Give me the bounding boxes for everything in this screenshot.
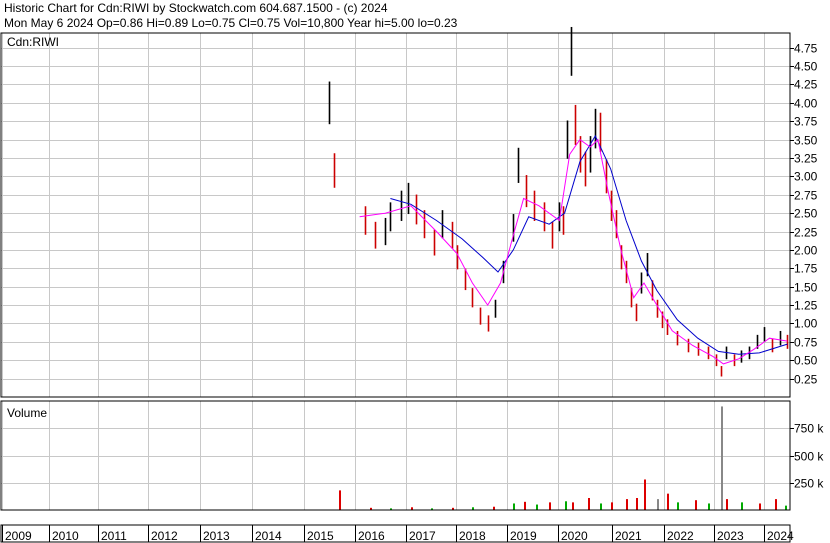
volume-bar xyxy=(644,479,646,510)
volume-bar xyxy=(759,503,761,510)
x-tick-label: 2021 xyxy=(615,529,642,543)
x-tick-label: 2023 xyxy=(717,529,744,543)
y-tick-label: 2.50 xyxy=(794,207,818,221)
volume-bar xyxy=(549,502,551,510)
volume-bar xyxy=(657,499,659,510)
volume-bar xyxy=(600,503,602,510)
volume-bar xyxy=(636,498,638,510)
y-tick-label: 2.25 xyxy=(794,226,818,240)
y-tick-label: 3.50 xyxy=(794,134,818,148)
volume-bar xyxy=(611,502,613,510)
price-volume-chart: 2009 2010 2011 2012 2013 2014 2015 2016 2017 2018… xyxy=(0,26,824,543)
y-tick-label: 1.00 xyxy=(794,317,818,331)
x-tick-label: 2011 xyxy=(101,529,127,543)
y-tick-label: 1.50 xyxy=(794,281,818,295)
x-tick-label: 2016 xyxy=(358,529,385,543)
volume-bar xyxy=(695,500,697,510)
volume-bar xyxy=(588,498,590,510)
volume-tick-label: 750 k xyxy=(794,422,824,436)
volume-bar xyxy=(726,499,728,510)
x-tick-label: 2019 xyxy=(510,529,537,543)
volume-label: Volume xyxy=(7,406,47,420)
volume-tick-label: 250 k xyxy=(794,477,824,491)
volume-bar xyxy=(708,503,710,510)
x-tick-label: 2010 xyxy=(52,529,79,543)
y-tick-label: 3.75 xyxy=(794,115,818,129)
y-tick-label: 2.75 xyxy=(794,189,818,203)
volume-bar xyxy=(667,493,669,510)
y-tick-label: 4.50 xyxy=(794,60,818,74)
x-tick-label: 2022 xyxy=(667,529,694,543)
volume-bar xyxy=(785,505,787,510)
volume-bar xyxy=(741,502,743,510)
volume-bar xyxy=(572,502,574,510)
volume-bar xyxy=(677,502,679,510)
volume-bar xyxy=(626,499,628,510)
y-tick-label: 4.00 xyxy=(794,97,818,111)
chart-frame: Historic Chart for Cdn:RIWI by Stockwatc… xyxy=(0,0,830,543)
x-tick-label: 2020 xyxy=(561,529,588,543)
y-tick-label: 1.25 xyxy=(794,299,818,313)
x-tick-label: 2015 xyxy=(307,529,334,543)
x-tick-label: 2017 xyxy=(409,529,436,543)
volume-bar xyxy=(339,490,341,510)
y-tick-label: 3.25 xyxy=(794,152,818,166)
x-tick-label: 2013 xyxy=(203,529,230,543)
moving-average-short-line xyxy=(359,138,788,365)
volume-tick-label: 500 k xyxy=(794,450,824,464)
y-tick-label: 1.75 xyxy=(794,262,818,276)
x-tick-label: 2018 xyxy=(459,529,486,543)
x-tick-label: 2014 xyxy=(255,529,282,543)
volume-panel-border xyxy=(0,400,791,511)
moving-average-long-line xyxy=(390,134,788,355)
y-tick-label: 2.00 xyxy=(794,244,818,258)
x-tick-label: 2012 xyxy=(151,529,178,543)
y-tick-label: 3.00 xyxy=(794,170,818,184)
symbol-label: Cdn:RIWI xyxy=(7,35,59,49)
x-tick-label: 2009 xyxy=(5,529,32,543)
volume-bar xyxy=(721,406,723,510)
volume-bar xyxy=(536,504,538,510)
volume-bar xyxy=(513,503,515,510)
y-tick-label: 4.25 xyxy=(794,78,818,92)
y-tick-label: 4.75 xyxy=(794,42,818,56)
y-tick-label: 0.25 xyxy=(794,373,818,387)
y-tick-label: 0.50 xyxy=(794,354,818,368)
y-tick-label: 0.75 xyxy=(794,336,818,350)
volume-bar xyxy=(524,501,526,510)
volume-bar xyxy=(775,499,777,510)
volume-bar xyxy=(565,501,567,510)
